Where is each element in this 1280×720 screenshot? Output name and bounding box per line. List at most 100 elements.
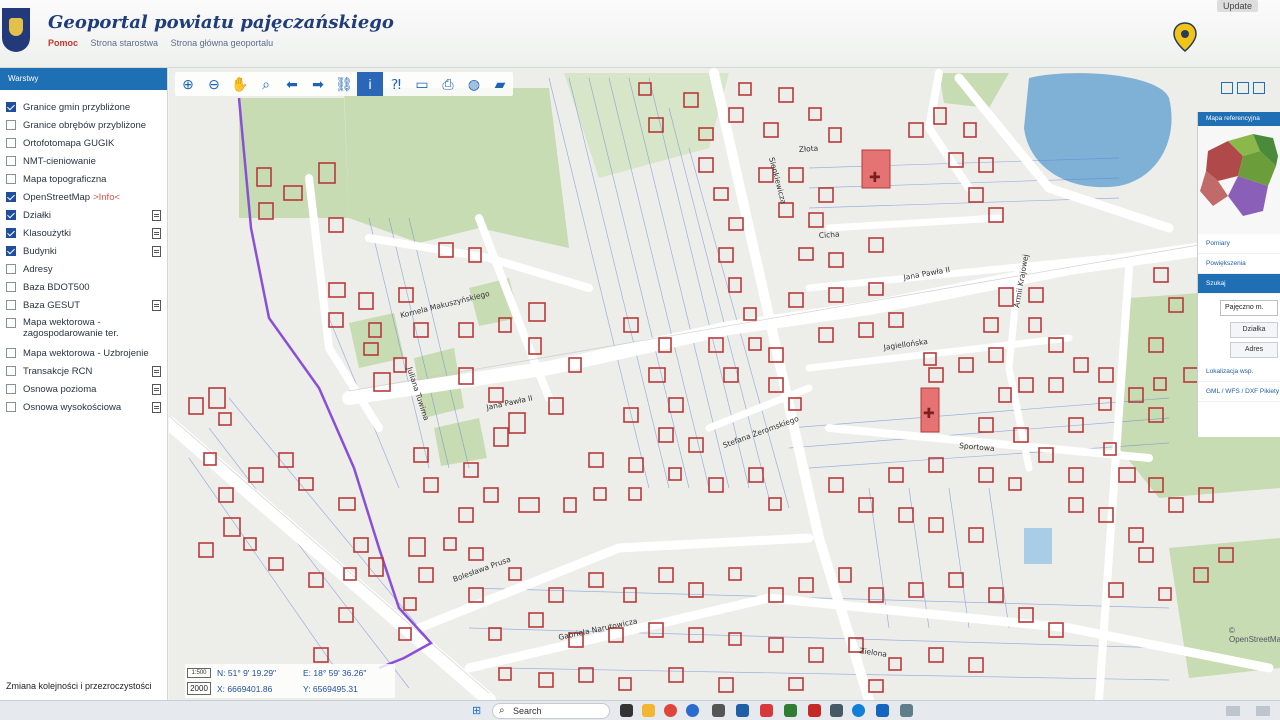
measure-icon[interactable]: ▭ — [409, 72, 435, 96]
layer-checkbox[interactable] — [6, 384, 16, 394]
link-icon[interactable]: ⛓ — [331, 72, 357, 96]
layer-legend-icon[interactable] — [152, 401, 161, 413]
tray-icon[interactable] — [1226, 706, 1240, 716]
layer-item[interactable]: Baza GESUT — [0, 296, 167, 314]
layer-item[interactable]: Osnowa wysokościowa — [0, 398, 167, 416]
layer-order-link[interactable]: Zmiana kolejności i przezroczystości — [6, 680, 156, 692]
address-search-button[interactable]: Adres — [1230, 342, 1278, 358]
municipality-select[interactable]: Pajęczno m. — [1220, 300, 1278, 316]
layer-checkbox[interactable] — [6, 282, 16, 292]
print-icon[interactable]: ⎙ — [435, 72, 461, 96]
layer-checkbox[interactable] — [6, 348, 16, 358]
arrow-right-icon[interactable]: ➡ — [305, 72, 331, 96]
layer-item[interactable]: Osnowa pozioma — [0, 380, 167, 398]
layer-checkbox[interactable] — [6, 366, 16, 376]
app-icon[interactable] — [808, 704, 821, 717]
layer-legend-icon[interactable] — [152, 209, 161, 221]
layer-item[interactable]: Budynki — [0, 242, 167, 260]
layer-checkbox[interactable] — [6, 246, 16, 256]
geoportal-home-link[interactable]: Strona główna geoportalu — [171, 38, 274, 48]
task-view-icon[interactable] — [620, 704, 633, 717]
layer-legend-icon[interactable] — [152, 245, 161, 257]
mail-icon[interactable] — [736, 704, 749, 717]
gml-wfs-dxf-section[interactable]: GML / WFS / DXF Pikiety — [1198, 382, 1280, 402]
building-footprint — [928, 517, 944, 533]
layer-legend-icon[interactable] — [152, 383, 161, 395]
layer-item[interactable]: Klasoużytki — [0, 224, 167, 242]
view-single-icon[interactable] — [1221, 82, 1233, 94]
shield-icon[interactable] — [760, 704, 773, 717]
layer-item[interactable]: OpenStreetMap >Info< — [0, 188, 167, 206]
layer-item[interactable]: Mapa wektorowa - zagospodarowanie ter. — [0, 314, 167, 344]
building-footprint — [828, 287, 844, 303]
zoom-section[interactable]: Powiększenia — [1198, 254, 1280, 274]
taskbar-search[interactable]: Search — [492, 703, 610, 719]
layer-checkbox[interactable] — [6, 264, 16, 274]
layer-item[interactable]: Granice gmin przybliżone — [0, 98, 167, 116]
building-footprint — [248, 467, 264, 483]
view-split-icon[interactable] — [1237, 82, 1249, 94]
app-icon[interactable] — [784, 704, 797, 717]
arrow-left-icon[interactable]: ⬅ — [279, 72, 305, 96]
layer-item[interactable]: Transakcje RCN — [0, 362, 167, 380]
browser-icon[interactable] — [686, 704, 699, 717]
edge-icon[interactable] — [852, 704, 865, 717]
layer-item[interactable]: Adresy — [0, 260, 167, 278]
building-footprint — [588, 452, 604, 468]
layer-item[interactable]: Ortofotomapa GUGIK — [0, 134, 167, 152]
search-section[interactable]: Szukaj — [1198, 274, 1280, 294]
view-full-icon[interactable] — [1253, 82, 1265, 94]
building-footprint — [908, 122, 924, 138]
app-icon[interactable] — [830, 704, 843, 717]
layer-checkbox[interactable] — [6, 402, 16, 412]
layer-item[interactable]: Mapa wektorowa - Uzbrojenie — [0, 344, 167, 362]
zoom-out-icon[interactable]: ⊖ — [201, 72, 227, 96]
coordinate-location-section[interactable]: Lokalizacja wsp. — [1198, 362, 1280, 382]
layer-label: OpenStreetMap — [23, 191, 91, 203]
layer-checkbox[interactable] — [6, 102, 16, 112]
file-explorer-icon[interactable] — [642, 704, 655, 717]
app-icon[interactable] — [876, 704, 889, 717]
layer-item[interactable]: Baza BDOT500 — [0, 278, 167, 296]
layer-item[interactable]: Działki — [0, 206, 167, 224]
layer-item[interactable]: Granice obrębów przybliżone — [0, 116, 167, 134]
windows-start-icon[interactable]: ⊞ — [472, 705, 484, 717]
chrome-icon[interactable] — [664, 704, 677, 717]
tray-icon[interactable] — [1256, 706, 1270, 716]
layer-item[interactable]: Mapa topograficzna — [0, 170, 167, 188]
zoom-extent-icon[interactable]: ⌕ — [253, 72, 279, 96]
app-icon[interactable] — [712, 704, 725, 717]
help-link[interactable]: Pomoc — [48, 38, 78, 48]
update-button[interactable]: Update — [1216, 0, 1258, 12]
info-icon[interactable]: i — [357, 72, 383, 96]
layer-info-link[interactable]: >Info< — [93, 192, 120, 203]
layer-checkbox[interactable] — [6, 174, 16, 184]
parcel-search-button[interactable]: Działka — [1230, 322, 1278, 338]
query-icon[interactable]: ⁈ — [383, 72, 409, 96]
view-mode-icons — [1221, 82, 1265, 94]
pan-hand-icon[interactable]: ✋ — [227, 72, 253, 96]
layer-checkbox[interactable] — [6, 300, 16, 310]
map-canvas[interactable]: ✚ ✚ Złota Cicha Jana Pawła II Jana Pawła… — [169, 68, 1280, 700]
measurements-section[interactable]: Pomiary — [1198, 234, 1280, 254]
county-office-link[interactable]: Strona starostwa — [91, 38, 159, 48]
osm-credit[interactable]: © OpenStreetMap — [1229, 626, 1280, 644]
zoom-in-icon[interactable]: ⊕ — [175, 72, 201, 96]
globe-icon[interactable]: ◍ — [461, 72, 487, 96]
app-icon[interactable] — [900, 704, 913, 717]
layer-checkbox[interactable] — [6, 120, 16, 130]
layer-checkbox[interactable] — [6, 228, 16, 238]
layer-checkbox[interactable] — [6, 210, 16, 220]
layer-legend-icon[interactable] — [152, 365, 161, 377]
reference-map[interactable] — [1198, 126, 1280, 234]
camera-icon[interactable]: ▰ — [487, 72, 513, 96]
layer-checkbox[interactable] — [6, 318, 16, 328]
building-footprint — [958, 357, 974, 373]
scale-input[interactable]: 2000 — [187, 682, 211, 695]
layer-checkbox[interactable] — [6, 138, 16, 148]
layer-legend-icon[interactable] — [152, 227, 161, 239]
layer-checkbox[interactable] — [6, 192, 16, 202]
layer-checkbox[interactable] — [6, 156, 16, 166]
layer-item[interactable]: NMT-cieniowanie — [0, 152, 167, 170]
layer-legend-icon[interactable] — [152, 299, 161, 311]
